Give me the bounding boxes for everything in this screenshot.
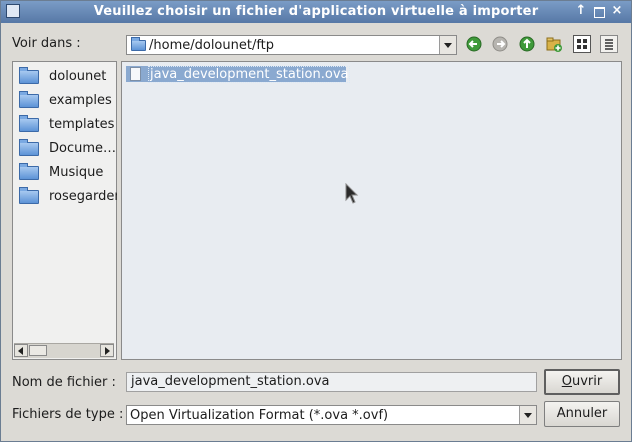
chevron-down-icon[interactable] [439,36,456,54]
sidebar-item-templates[interactable]: templates [17,113,117,135]
sidebar-horizontal-scrollbar[interactable] [14,343,114,358]
sidebar-item-rosegarden[interactable]: rosegarden [17,185,117,207]
sidebar-item-label: dolounet [49,69,107,84]
sidebar-item-label: examples [49,93,112,108]
file-name: java_development_station.ova [148,66,351,83]
filetype-combo[interactable]: Open Virtualization Format (*.ova *.ovf) [126,405,537,425]
file-dialog-window: Veuillez choisir un fichier d'applicatio… [0,0,632,442]
file-item-ova[interactable]: java_development_station.ova [126,66,351,83]
sidebar-item-label: templates [49,117,115,132]
folder-icon [19,187,39,204]
chevron-down-icon[interactable] [519,406,536,424]
folder-icon [19,115,39,132]
close-button[interactable]: × [609,3,625,19]
mouse-cursor-icon [345,183,359,204]
open-button[interactable]: Ouvrir [544,369,620,395]
filetype-value: Open Virtualization Format (*.ova *.ovf) [130,408,389,423]
look-in-label: Voir dans : [12,36,81,51]
sidebar-item-label: rosegarden [49,189,117,204]
forward-icon[interactable] [491,35,509,53]
sidebar-panel: dolounet examples templates Docume… Musi… [12,61,117,360]
folder-icon [19,91,39,108]
open-button-label: uvrir [572,374,603,389]
window-title: Veuillez choisir un fichier d'applicatio… [93,4,539,19]
filename-label: Nom de fichier : [12,375,116,390]
title-bar[interactable]: Veuillez choisir un fichier d'applicatio… [1,1,631,23]
scroll-thumb[interactable] [29,345,47,356]
cancel-button[interactable]: Annuler [544,401,620,427]
up-icon[interactable] [518,35,536,53]
detail-view-icon[interactable] [600,35,618,53]
back-icon[interactable] [465,35,483,53]
folder-icon [19,67,39,84]
sidebar-item-documents[interactable]: Docume… [17,137,117,159]
sidebar-item-dolounet[interactable]: dolounet [17,65,117,87]
list-view-icon[interactable] [573,35,591,53]
file-list-panel[interactable]: java_development_station.ova [121,61,622,360]
shade-button[interactable]: ↑ [573,3,589,19]
sidebar-item-label: Musique [49,165,104,180]
document-icon [130,67,141,81]
scroll-right-button[interactable] [100,344,114,357]
maximize-button[interactable] [591,3,607,19]
folder-icon [19,139,39,156]
folder-icon [19,163,39,180]
sidebar-item-examples[interactable]: examples [17,89,117,111]
folder-icon [131,37,146,51]
filetype-label: Fichiers de type : [12,407,124,422]
look-in-combo[interactable]: /home/dolounet/ftp [126,35,457,55]
filename-input[interactable]: java_development_station.ova [126,372,537,392]
scroll-left-button[interactable] [14,344,28,357]
sidebar-item-musique[interactable]: Musique [17,161,117,183]
sidebar-item-label: Docume… [49,141,117,156]
new-folder-icon[interactable] [545,35,563,53]
open-button-mnemonic: O [561,374,572,389]
look-in-path: /home/dolounet/ftp [149,38,275,53]
